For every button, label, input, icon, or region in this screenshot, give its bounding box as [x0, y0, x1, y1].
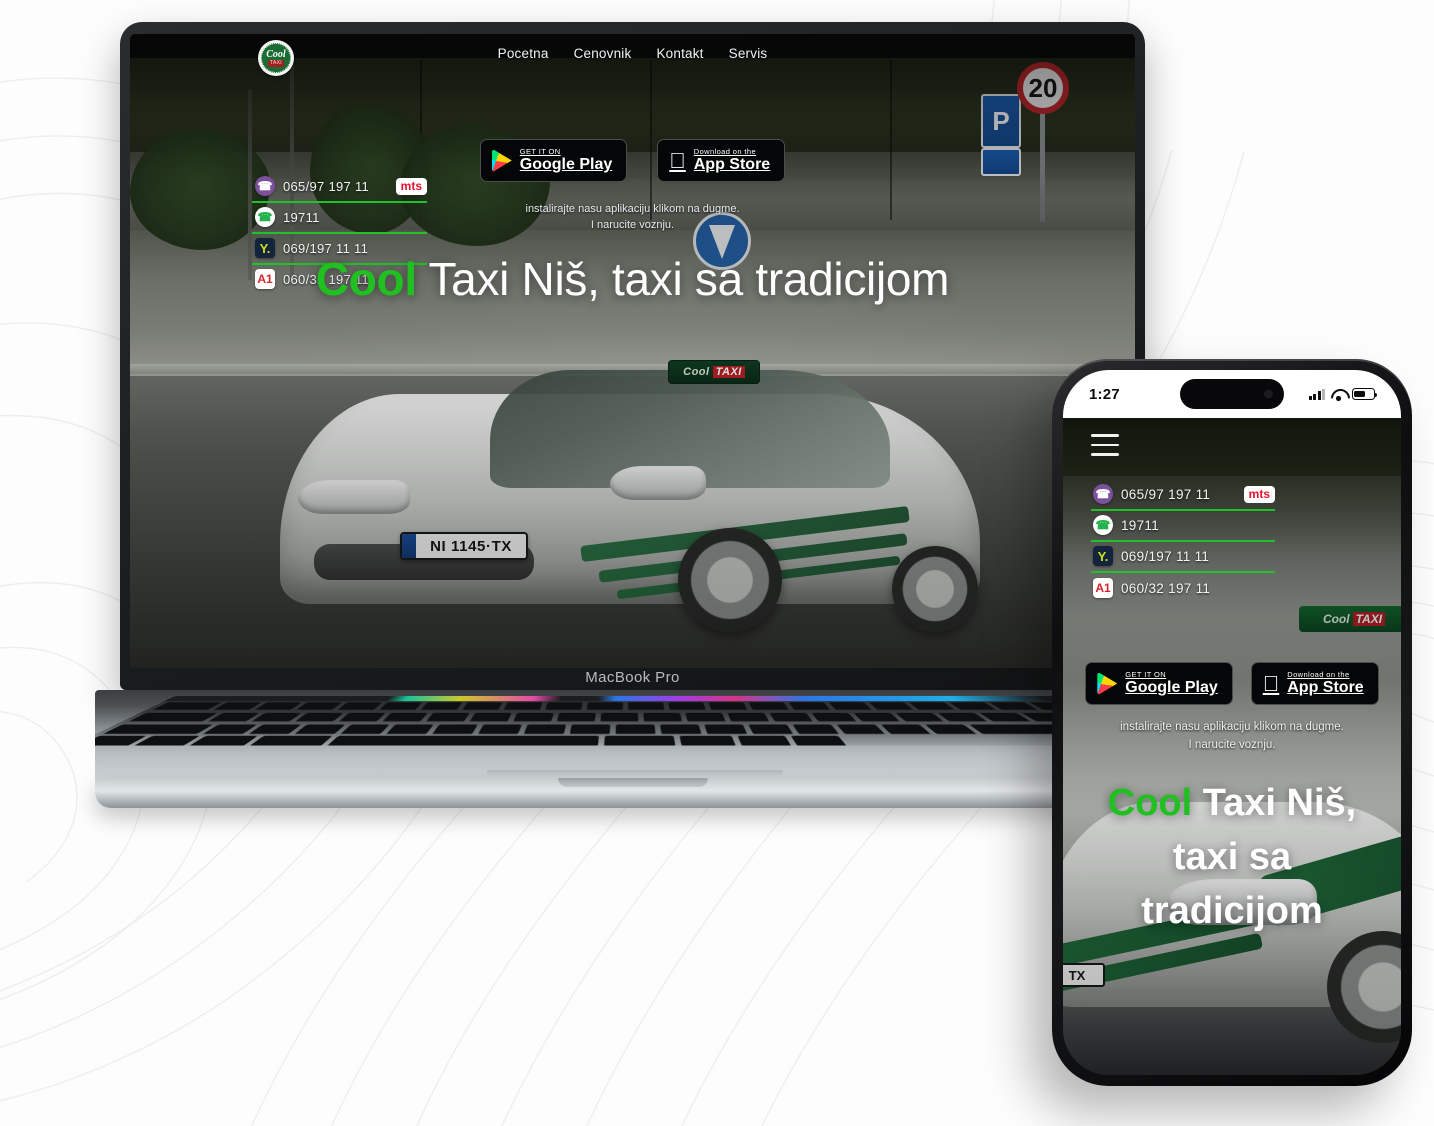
wifi-icon — [1331, 389, 1346, 401]
mobile-contact-list: ☎ 065/97 197 11 mts ☎ 19711 Y. 069/197 1… — [1091, 480, 1275, 604]
mobile-hero-headline: Cool Taxi Niš, taxi sa tradicijom — [1063, 776, 1401, 938]
phone-screen: 1:27 TX — [1063, 370, 1401, 1075]
badge-line1: GET IT ON — [1125, 670, 1167, 679]
yettel-icon: Y. — [1093, 546, 1113, 566]
site-header: Cool TAXI Pocetna Cenovnik Kontakt Servi… — [130, 34, 1135, 84]
laptop-notch — [557, 778, 708, 787]
page-root: P 20 Cool TAXI — [0, 0, 1434, 1126]
headline-accent: Cool — [1107, 782, 1193, 824]
battery-icon — [1352, 388, 1378, 400]
google-play-badge[interactable]: GET IT ON Google Play — [479, 139, 628, 182]
hero-photo: P 20 Cool TAXI — [130, 34, 1135, 668]
google-play-label: GET IT ON Google Play — [1125, 670, 1217, 697]
touch-bar[interactable] — [164, 696, 1086, 702]
contact-row-a1[interactable]: A1 060/32 197 11 — [1091, 573, 1275, 604]
a1-icon: A1 — [1093, 578, 1113, 598]
laptop-screen: P 20 Cool TAXI — [130, 34, 1135, 668]
app-store-badge[interactable]:  Download on the App Store — [1250, 662, 1379, 705]
laptop-base — [95, 690, 1170, 818]
cellular-signal-icon — [1308, 388, 1325, 400]
install-line-2: I narucite voznju. — [1188, 739, 1276, 751]
contact-row-phone[interactable]: ☎ 19711 — [252, 203, 427, 234]
badge-line2: App Store — [1279, 679, 1363, 696]
mobile-app-store-badges: GET IT ON Google Play  Download on the … — [1063, 662, 1401, 705]
badge-line1: Download on the — [1279, 670, 1349, 679]
hamburger-menu-icon[interactable] — [1091, 434, 1119, 456]
macbook-device: P 20 Cool TAXI — [95, 22, 1170, 867]
laptop-model-label: MacBook Pro — [585, 669, 680, 686]
badge-line1: GET IT ON — [519, 147, 561, 156]
trackpad[interactable] — [487, 770, 783, 778]
phone-icon: ☎ — [255, 207, 275, 227]
contact-number: 19711 — [1121, 517, 1160, 533]
mts-badge: mts — [1243, 485, 1275, 503]
laptop-top-case — [95, 690, 1170, 778]
badge-line2: Google Play — [519, 156, 613, 173]
google-play-icon — [491, 149, 512, 172]
contact-number: 065/97 197 11 — [1121, 486, 1211, 502]
status-indicators — [1308, 388, 1378, 401]
google-play-label: GET IT ON Google Play — [520, 147, 612, 174]
apple-icon:  — [669, 149, 686, 172]
viber-icon: ☎ — [1093, 484, 1113, 504]
photo-overlay-scrim — [130, 34, 1135, 668]
contact-row-yettel[interactable]: Y. 069/197 11 11 — [1091, 542, 1275, 573]
main-navigation: Pocetna Cenovnik Kontakt Servis — [130, 46, 1135, 61]
nav-item-pocetna[interactable]: Pocetna — [498, 46, 549, 61]
contact-row-viber[interactable]: ☎ 065/97 197 11 mts — [1091, 480, 1275, 511]
headline-rest: Taxi Niš, taxi sa tradicijom — [416, 253, 950, 305]
nav-item-kontakt[interactable]: Kontakt — [656, 46, 703, 61]
contact-row-phone[interactable]: ☎ 19711 — [1091, 511, 1275, 542]
nav-item-servis[interactable]: Servis — [729, 46, 768, 61]
contact-number: 19711 — [283, 209, 320, 225]
mobile-install-instruction: instalirajte nasu aplikaciju klikom na d… — [1063, 718, 1401, 754]
headline-accent: Cool — [315, 253, 417, 305]
keyboard-deck — [95, 696, 1170, 746]
google-play-icon — [1097, 672, 1118, 695]
app-store-label: Download on the App Store — [694, 147, 770, 174]
nav-item-cenovnik[interactable]: Cenovnik — [574, 46, 632, 61]
contact-row-viber[interactable]: ☎ 065/97 197 11 mts — [252, 172, 427, 203]
viber-icon: ☎ — [255, 176, 275, 196]
website-desktop: P 20 Cool TAXI — [130, 34, 1135, 668]
google-play-badge[interactable]: GET IT ON Google Play — [1085, 662, 1233, 705]
website-mobile: TX Cool TAXI ☎ 065/97 197 11 mts — [1063, 418, 1401, 1075]
phone-icon: ☎ — [1093, 515, 1113, 535]
hero-headline: Cool Taxi Niš, taxi sa tradicijom — [130, 249, 1135, 310]
badge-line1: Download on the — [685, 147, 756, 156]
install-line-1: instalirajte nasu aplikaciju klikom na d… — [1120, 721, 1344, 733]
app-store-label: Download on the App Store — [1287, 670, 1363, 697]
status-time: 1:27 — [1089, 385, 1120, 403]
contact-number: 060/32 197 11 — [1121, 580, 1211, 596]
badge-line2: App Store — [685, 156, 770, 173]
phone-status-bar: 1:27 — [1063, 370, 1401, 418]
app-store-badge[interactable]:  Download on the App Store — [657, 139, 786, 182]
contact-number: 069/197 11 11 — [1121, 548, 1210, 564]
badge-line2: Google Play — [1125, 679, 1218, 696]
apple-icon:  — [1263, 672, 1280, 695]
contact-number: 065/97 197 11 — [283, 178, 370, 194]
mts-badge: mts — [395, 177, 427, 195]
dynamic-island — [1180, 379, 1284, 409]
iphone-device: 1:27 TX — [1052, 359, 1412, 1086]
laptop-lid: P 20 Cool TAXI — [120, 22, 1145, 690]
